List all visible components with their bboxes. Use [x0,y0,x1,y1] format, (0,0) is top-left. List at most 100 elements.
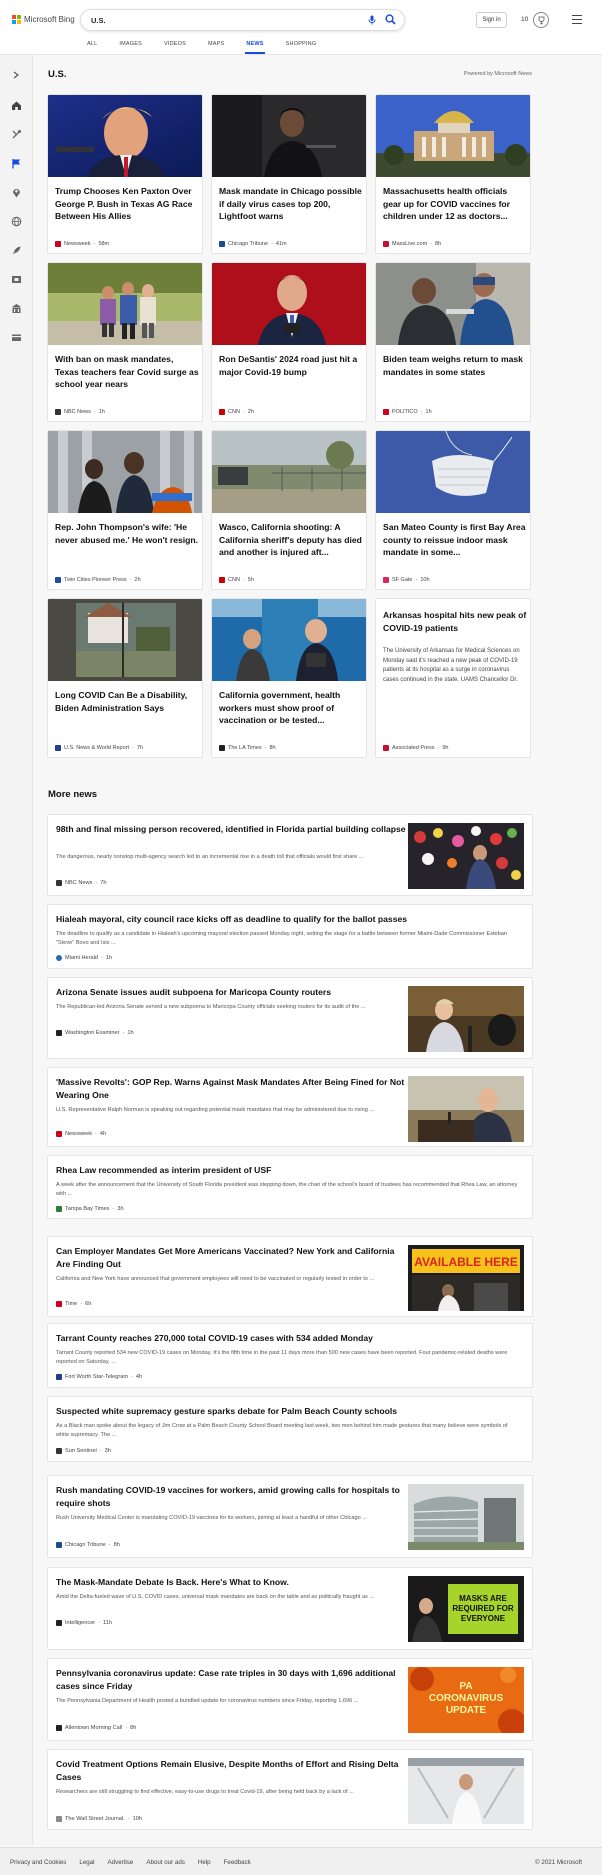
miami-herald-logo-icon [56,955,62,961]
rewards-trophy-icon[interactable] [533,12,549,28]
footer-link-advertise[interactable]: Advertise [108,1859,134,1866]
more-news-item[interactable]: Rush mandating COVID-19 vaccines for wor… [47,1475,533,1558]
sf-gate-logo-icon [383,577,389,583]
source-name: Fort Worth Star-Telegram [65,1374,128,1380]
item-title[interactable]: Tarrant County reaches 270,000 total COV… [56,1332,526,1345]
item-title[interactable]: Rhea Law recommended as interim presiden… [56,1164,526,1177]
more-news-item[interactable]: Rhea Law recommended as interim presiden… [47,1155,533,1219]
tab-all[interactable]: ALL [87,41,97,55]
search-icon[interactable] [385,14,396,25]
card-title[interactable]: With ban on mask mandates, Texas teacher… [55,353,199,391]
home-icon[interactable] [10,99,22,111]
flag-icon[interactable] [10,157,22,169]
newsweek-logo-icon [56,1131,62,1137]
footer-link-privacy[interactable]: Privacy and Cookies [10,1859,66,1866]
news-image-mask [376,431,530,513]
item-image-available-here: AVAILABLE HERE [408,1245,524,1311]
card-title[interactable]: Arkansas hospital hits new peak of COVID… [383,609,527,634]
item-title[interactable]: Rush mandating COVID-19 vaccines for wor… [56,1484,406,1510]
card-title[interactable]: Rep. John Thompson's wife: 'He never abu… [55,521,199,546]
microphone-icon[interactable] [368,15,376,25]
item-title[interactable]: Can Employer Mandates Get More Americans… [56,1245,406,1271]
card-title[interactable]: Massachusetts health officials gear up f… [383,185,527,223]
more-news-item[interactable]: Arizona Senate issues audit subpoena for… [47,977,533,1059]
source-time: 3h [104,1448,111,1454]
item-image-norman [408,1076,524,1142]
source-name: Washington Examiner [65,1030,120,1036]
source-time: 10h [420,577,430,583]
item-title[interactable]: Suspected white supremacy gesture sparks… [56,1405,526,1418]
more-news-item[interactable]: 98th and final missing person recovered,… [47,814,533,896]
cnn-logo-icon [219,577,225,583]
item-title[interactable]: Arizona Senate issues audit subpoena for… [56,986,406,999]
card-title[interactable]: Wasco, California shooting: A California… [219,521,363,559]
powered-by[interactable]: Powered by Microsoft News [464,71,532,77]
search-box[interactable] [80,9,405,31]
item-title[interactable]: The Mask-Mandate Debate Is Back. Here's … [56,1576,406,1589]
more-news-item[interactable]: 'Massive Revolts': GOP Rep. Warns Agains… [47,1067,533,1147]
news-card-text[interactable]: Arkansas hospital hits new peak of COVID… [375,598,531,758]
news-card[interactable]: With ban on mask mandates, Texas teacher… [47,262,203,422]
card-title[interactable]: California government, health workers mu… [219,689,363,727]
bing-logo[interactable]: Microsoft Bing [12,15,75,24]
source-name: Allentown Morning Call [65,1725,123,1731]
source-time: 10h [132,1816,143,1822]
card-title[interactable]: San Mateo County is first Bay Area count… [383,521,527,559]
news-card[interactable]: California government, health workers mu… [211,598,367,758]
news-card[interactable]: Trump Chooses Ken Paxton Over George P. … [47,94,203,254]
tools-icon[interactable] [10,128,22,140]
card-title[interactable]: Biden team weighs return to mask mandate… [383,353,527,378]
news-card[interactable]: Wasco, California shooting: A California… [211,430,367,590]
news-card[interactable]: Massachusetts health officials gear up f… [375,94,531,254]
more-news-item[interactable]: The Mask-Mandate Debate Is Back. Here's … [47,1567,533,1650]
card-snippet: The University of Arkansas for Medical S… [383,648,520,683]
news-card[interactable]: Ron DeSantis' 2024 road just hit a major… [211,262,367,422]
film-icon[interactable] [10,273,22,285]
footer-link-feedback[interactable]: Feedback [224,1859,251,1866]
more-news-item[interactable]: Tarrant County reaches 270,000 total COV… [47,1323,533,1388]
more-news-item[interactable]: Can Employer Mandates Get More Americans… [47,1236,533,1317]
news-card[interactable]: Biden team weighs return to mask mandate… [375,262,531,422]
tab-shopping[interactable]: SHOPPING [286,41,317,55]
card-title[interactable]: Trump Chooses Ken Paxton Over George P. … [55,185,199,223]
source-name: POLITICO [392,409,418,415]
item-title[interactable]: Pennsylvania coronavirus update: Case ra… [56,1667,406,1693]
more-news-item[interactable]: Suspected white supremacy gesture sparks… [47,1396,533,1462]
source-name: CNN [228,409,240,415]
more-news-item[interactable]: Hialeah mayoral, city council race kicks… [47,904,533,969]
tab-maps[interactable]: MAPS [208,41,224,55]
menu-icon[interactable] [572,15,582,24]
footer-link-about-ads[interactable]: About our ads [146,1859,185,1866]
item-title[interactable]: Hialeah mayoral, city council race kicks… [56,913,526,926]
news-image-thompson [48,431,202,513]
source-name: MassLive.com [392,241,428,247]
footer-link-legal[interactable]: Legal [79,1859,94,1866]
more-news-item[interactable]: Pennsylvania coronavirus update: Case ra… [47,1658,533,1741]
tab-videos[interactable]: VIDEOS [164,41,186,55]
building-icon[interactable] [10,302,22,314]
source-name: The Wall Street Journal. [65,1816,125,1822]
card-title[interactable]: Ron DeSantis' 2024 road just hit a major… [219,353,363,378]
expand-rail-icon[interactable] [10,69,22,81]
news-card[interactable]: Mask mandate in Chicago possible if dail… [211,94,367,254]
rocket-icon[interactable] [10,244,22,256]
tab-images[interactable]: IMAGES [119,41,142,55]
tab-news[interactable]: NEWS [245,41,266,55]
card-icon[interactable] [10,331,22,343]
globe-icon[interactable] [10,215,22,227]
search-input[interactable] [91,14,351,27]
card-title[interactable]: Mask mandate in Chicago possible if dail… [219,185,363,223]
item-title[interactable]: Covid Treatment Options Remain Elusive, … [56,1758,406,1784]
news-image-wasco [212,431,366,513]
news-card[interactable]: San Mateo County is first Bay Area count… [375,430,531,590]
item-title[interactable]: 98th and final missing person recovered,… [56,823,406,836]
footer-link-help[interactable]: Help [198,1859,211,1866]
footer-links: Privacy and Cookies Legal Advertise Abou… [10,1859,251,1866]
sign-in-button[interactable]: Sign in [476,12,507,28]
more-news-item[interactable]: Covid Treatment Options Remain Elusive, … [47,1749,533,1830]
news-card[interactable]: Long COVID Can Be a Disability, Biden Ad… [47,598,203,758]
item-title[interactable]: 'Massive Revolts': GOP Rep. Warns Agains… [56,1076,406,1102]
location-icon[interactable] [10,186,22,198]
card-title[interactable]: Long COVID Can Be a Disability, Biden Ad… [55,689,199,714]
news-card[interactable]: Rep. John Thompson's wife: 'He never abu… [47,430,203,590]
